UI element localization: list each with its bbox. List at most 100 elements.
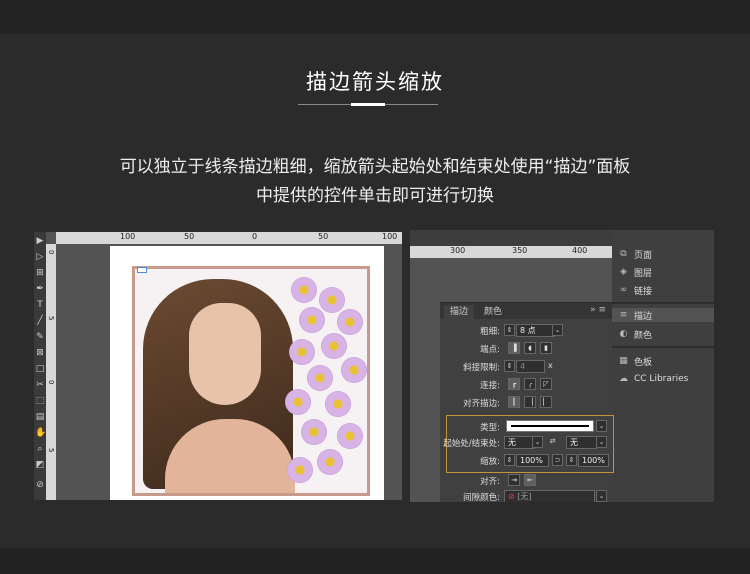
miter-join-icon[interactable]: ┏: [508, 378, 520, 390]
gap-color-select[interactable]: ⊘ [无]: [504, 490, 595, 502]
ruler-tick: 100: [120, 232, 136, 241]
panel-dock: ⧉ 页面 ◈ 图层 ∞ 链接 ≡ 描边 ◐ 颜色 ▦ 色板 ☁ CC Libra…: [612, 230, 714, 502]
scale-end-input[interactable]: 100%: [578, 454, 609, 467]
miter-unit: x: [548, 361, 553, 370]
weight-input[interactable]: 8 点: [516, 324, 555, 337]
dock-item-cc-libraries[interactable]: ☁ CC Libraries: [618, 372, 688, 386]
tab-color[interactable]: 颜色: [484, 305, 502, 319]
rectangle-tool-icon[interactable]: □: [35, 364, 45, 374]
start-arrow-select[interactable]: 无: [504, 436, 535, 449]
chevron-down-icon[interactable]: ⌄: [596, 490, 607, 502]
link-scale-icon[interactable]: ⊃: [552, 454, 563, 466]
page-title: 描边箭头缩放: [306, 70, 444, 94]
swap-arrows-icon[interactable]: ⇄: [548, 436, 557, 446]
selection-tool-icon[interactable]: ▶: [35, 236, 45, 246]
scale-label: 缩放:: [480, 457, 500, 467]
miter-input[interactable]: 4: [516, 360, 545, 373]
align-outside-icon[interactable]: ▏: [540, 396, 552, 408]
gap-color-label: 间隙颜色:: [463, 493, 500, 502]
hand-tool-icon[interactable]: ✋: [35, 428, 46, 438]
ruler-tick: 0: [47, 380, 55, 385]
type-tool-icon[interactable]: T: [35, 300, 45, 310]
ruler-tick: 300: [450, 246, 466, 255]
rectangle-frame-icon[interactable]: ⊠: [35, 348, 45, 358]
chevron-down-icon[interactable]: ⌄: [596, 436, 607, 448]
top-band: [0, 0, 750, 34]
cap-label: 端点:: [480, 345, 500, 355]
bevel-join-icon[interactable]: ◸: [540, 378, 552, 390]
cc-libraries-icon: ☁: [619, 374, 628, 384]
projecting-cap-icon[interactable]: ▮: [540, 342, 552, 354]
dock-item-pages[interactable]: ⧉ 页面: [618, 247, 652, 261]
butt-cap-icon[interactable]: ▐: [508, 342, 520, 354]
links-icon: ∞: [619, 285, 628, 295]
direct-selection-icon[interactable]: ▷: [35, 252, 45, 262]
tab-stroke[interactable]: 描边: [444, 305, 475, 319]
image-frame[interactable]: [132, 266, 370, 496]
scissors-icon[interactable]: ✂: [35, 380, 45, 390]
gap-color-value: [无]: [517, 492, 532, 501]
panel-menu-icon[interactable]: » ≡: [590, 305, 606, 315]
pencil-tool-icon[interactable]: ✎: [35, 332, 45, 342]
align-stroke-label: 对齐描边:: [463, 399, 500, 409]
ruler-tick: 350: [512, 246, 528, 255]
layers-icon: ◈: [620, 267, 627, 277]
miter-stepper-icon[interactable]: ⇕: [504, 360, 515, 372]
ruler-tick: 0: [47, 250, 55, 255]
round-cap-icon[interactable]: ◖: [524, 342, 536, 354]
solid-line-preview: [511, 425, 589, 427]
pages-icon: ⧉: [620, 249, 627, 259]
stroke-panel-screenshot: 300 350 400 ⧉ 页面 ◈ 图层 ∞ 链接 ≡ 描边 ◐ 颜色 ▦ 色…: [410, 230, 714, 502]
scale-start-input[interactable]: 100%: [516, 454, 549, 467]
scale-start-stepper-icon[interactable]: ⇕: [504, 454, 515, 466]
document-canvas-screenshot: ▶ ▷ ⊞ ✒ T ╱ ✎ ⊠ □ ✂ ⬚ ▤ ✋ ⌕ ◩ ⊘ 100 50 0…: [34, 232, 402, 500]
color-icon: ◐: [619, 329, 628, 339]
ruler-tick: 100: [382, 232, 398, 241]
scale-end-stepper-icon[interactable]: ⇕: [566, 454, 577, 466]
dock-item-swatches[interactable]: ▦ 色板: [618, 354, 652, 368]
align-center-icon[interactable]: ┃: [508, 396, 520, 408]
ruler-tick: 50: [318, 232, 329, 241]
miter-label: 斜接限制:: [463, 363, 500, 373]
end-arrow-select[interactable]: 无: [566, 436, 597, 449]
page-tool-icon[interactable]: ⊞: [35, 268, 45, 278]
arrow-tip-beyond-icon[interactable]: ⇥: [508, 474, 520, 486]
arrow-tip-at-end-icon[interactable]: ⇤: [524, 474, 536, 486]
daisy-flowers: [281, 273, 367, 491]
dock-item-links[interactable]: ∞ 链接: [618, 283, 652, 297]
none-swatch-icon: ⊘: [508, 492, 515, 501]
description-line-1: 可以独立于线条描边粗细，缩放箭头起始处和结束处使用“描边”面板: [119, 157, 631, 177]
dock-item-color[interactable]: ◐ 颜色: [618, 327, 652, 341]
stroke-type-select[interactable]: [506, 420, 594, 432]
dock-item-layers[interactable]: ◈ 图层: [618, 265, 652, 279]
weight-stepper-icon[interactable]: ⇕: [504, 324, 515, 336]
stroke-panel: 描边 颜色 » ≡ 粗细: ⇕ 8 点 ⌄ 端点: ▐ ◖ ▮ 斜接限制: ⇕ …: [440, 302, 614, 502]
description-line-2: 中提供的控件单击即可进行切换: [256, 186, 494, 206]
fill-stroke-icon[interactable]: ◩: [35, 460, 45, 470]
type-label: 类型:: [480, 423, 500, 433]
horizontal-ruler: 300 350 400: [410, 246, 612, 258]
line-tool-icon[interactable]: ╱: [35, 316, 45, 326]
panel-tabs: 描边 颜色 » ≡: [440, 303, 612, 319]
chevron-down-icon[interactable]: ⌄: [596, 420, 607, 432]
pen-tool-icon[interactable]: ✒: [35, 284, 45, 294]
chevron-down-icon[interactable]: ⌄: [532, 436, 543, 448]
ruler-tick: 50: [184, 232, 195, 241]
chevron-down-icon[interactable]: ⌄: [552, 324, 563, 336]
weight-label: 粗细:: [480, 327, 500, 337]
selection-handle[interactable]: [137, 267, 147, 273]
bottom-band: [0, 548, 750, 574]
transform-icon[interactable]: ⬚: [35, 396, 45, 406]
dock-item-label: 图层: [634, 268, 653, 279]
dock-item-stroke[interactable]: ≡ 描边: [612, 308, 714, 322]
ruler-tick: 5: [47, 316, 55, 321]
dock-item-label: CC Libraries: [634, 374, 689, 384]
swatches-icon: ▦: [619, 356, 628, 366]
align-inside-icon[interactable]: ▕: [524, 396, 536, 408]
start-end-label: 起始处/结束处:: [443, 439, 500, 449]
dock-divider: [612, 302, 714, 304]
gradient-icon[interactable]: ▤: [35, 412, 45, 422]
round-join-icon[interactable]: ╭: [524, 378, 536, 390]
none-swatch-icon[interactable]: ⊘: [35, 480, 45, 490]
zoom-tool-icon[interactable]: ⌕: [35, 444, 45, 454]
